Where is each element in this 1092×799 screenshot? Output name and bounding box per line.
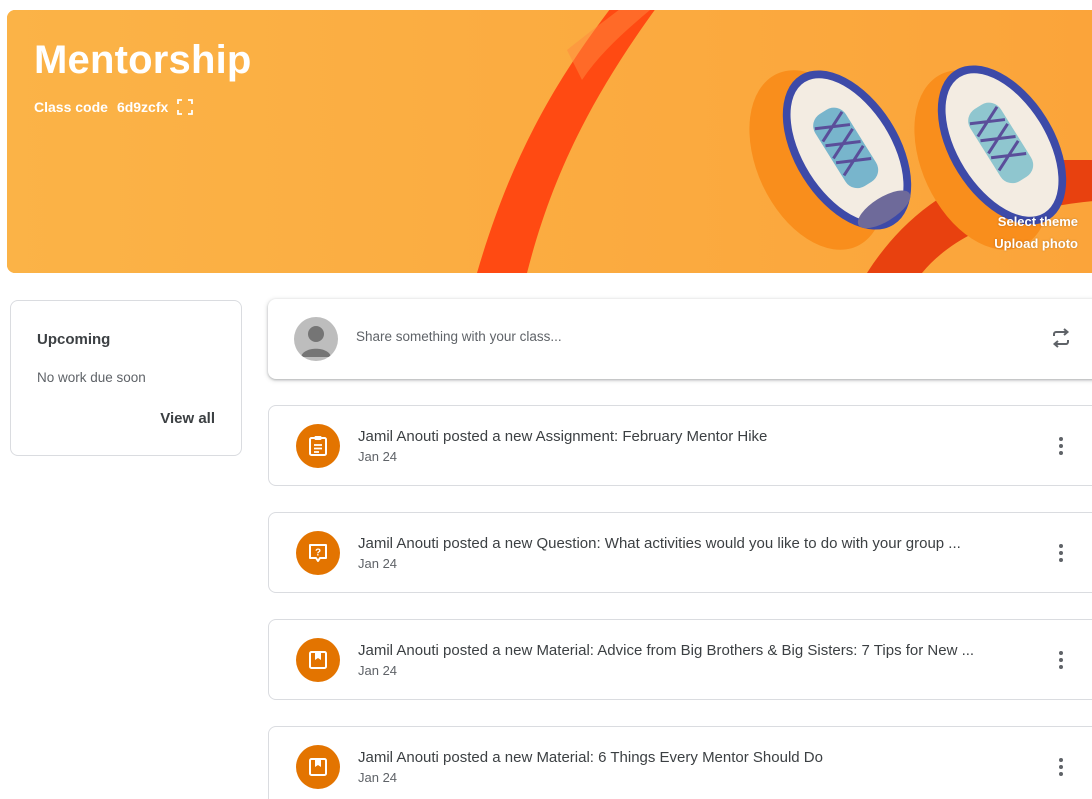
stream-item-title: Jamil Anouti posted a new Question: What… xyxy=(358,535,961,552)
stream-item-title: Jamil Anouti posted a new Assignment: Fe… xyxy=(358,428,768,445)
more-vert-icon[interactable] xyxy=(1051,648,1071,672)
avatar xyxy=(294,317,338,361)
stream-item-date: Jan 24 xyxy=(358,556,398,571)
svg-text:?: ? xyxy=(315,548,321,559)
person-icon xyxy=(301,326,331,357)
select-theme-link[interactable]: Select theme xyxy=(998,214,1078,229)
upload-photo-link[interactable]: Upload photo xyxy=(994,236,1078,251)
upcoming-empty-text: No work due soon xyxy=(37,370,146,385)
stream-item[interactable]: Jamil Anouti posted a new Assignment: Fe… xyxy=(268,405,1092,486)
stream-item-title: Jamil Anouti posted a new Material: Advi… xyxy=(358,642,975,659)
material-icon xyxy=(296,745,340,789)
more-vert-icon[interactable] xyxy=(1051,434,1071,458)
share-input[interactable] xyxy=(356,329,956,344)
more-vert-icon[interactable] xyxy=(1051,755,1071,779)
stream-item-title: Jamil Anouti posted a new Material: 6 Th… xyxy=(358,749,823,766)
class-title: Mentorship xyxy=(34,38,252,82)
material-icon xyxy=(296,638,340,682)
class-code-label: Class code xyxy=(34,99,108,115)
class-banner: Mentorship Class code 6d9zcfx Select the… xyxy=(7,10,1092,273)
stream-item[interactable]: ? Jamil Anouti posted a new Question: Wh… xyxy=(268,512,1092,593)
upcoming-title: Upcoming xyxy=(37,331,111,348)
repost-icon[interactable] xyxy=(1049,326,1073,350)
stream-item[interactable]: Jamil Anouti posted a new Material: Advi… xyxy=(268,619,1092,700)
upcoming-card: Upcoming No work due soon View all xyxy=(10,300,242,456)
fullscreen-icon[interactable] xyxy=(177,99,194,115)
view-all-link[interactable]: View all xyxy=(160,410,215,427)
stream-item-date: Jan 24 xyxy=(358,663,398,678)
more-vert-icon[interactable] xyxy=(1051,541,1071,565)
assignment-icon xyxy=(296,424,340,468)
class-code-value: 6d9zcfx xyxy=(116,99,169,115)
share-box[interactable] xyxy=(268,299,1092,379)
stream-item-date: Jan 24 xyxy=(358,449,398,464)
stream-item-date: Jan 24 xyxy=(358,770,398,785)
stream-item[interactable]: Jamil Anouti posted a new Material: 6 Th… xyxy=(268,726,1092,799)
question-icon: ? xyxy=(296,531,340,575)
class-code: Class code 6d9zcfx xyxy=(34,99,194,115)
